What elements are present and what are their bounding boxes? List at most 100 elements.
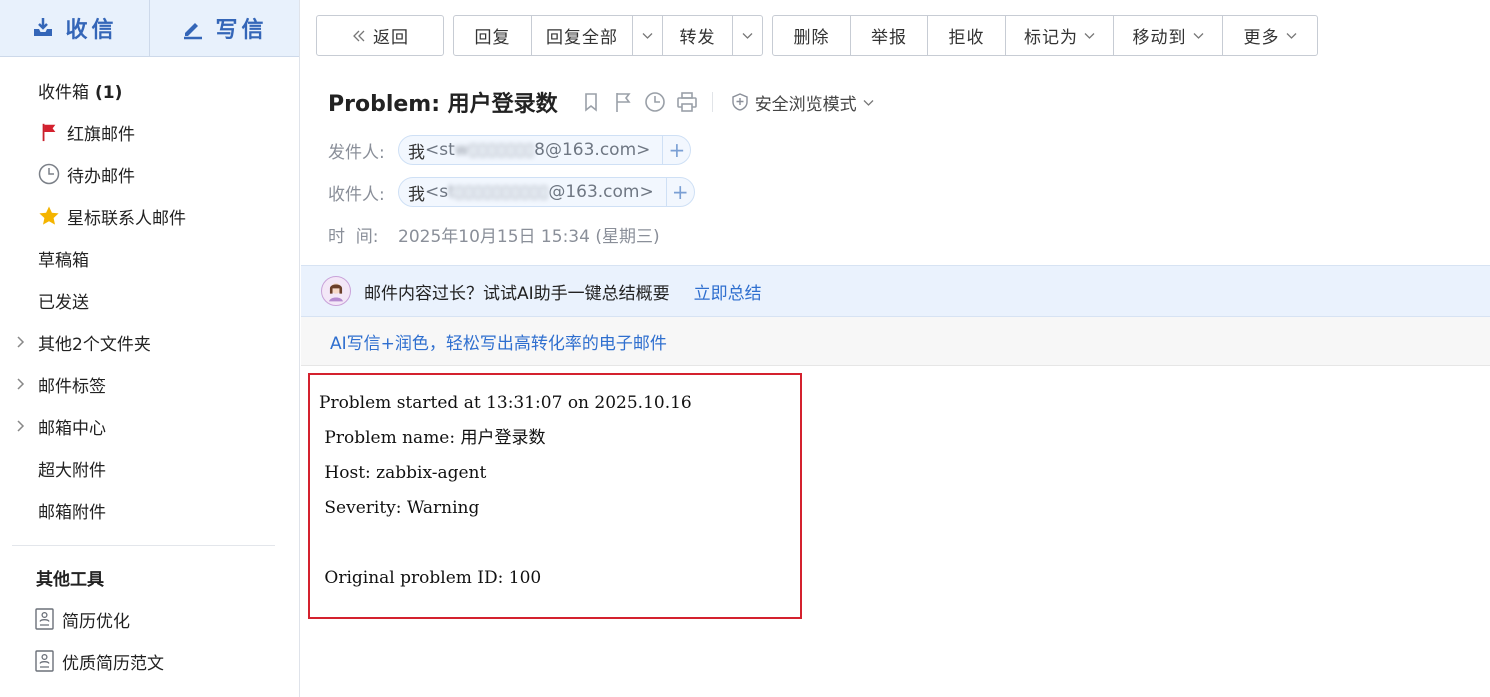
back-label: 返回	[373, 28, 409, 48]
more-dropdown[interactable]: 更多	[1222, 16, 1317, 55]
recipient-email-masked: t▯▯▯▯▯▯▯▯▯▯	[448, 182, 549, 202]
back-group: 返回	[316, 15, 444, 56]
sidebar-item-label: 红旗邮件	[67, 124, 135, 145]
chevron-down-icon	[1084, 33, 1095, 39]
mail-subject: Problem: 用户登录数	[328, 92, 558, 117]
sidebar-item-mail-tags[interactable]: 邮件标签	[0, 363, 299, 405]
ai-assistant-avatar	[321, 276, 351, 306]
sidebar-item-label: 邮箱中心	[38, 418, 106, 439]
safe-browsing-dropdown[interactable]: 安全浏览模式	[711, 92, 874, 115]
time-row: 时 间: 2025年10月15日 15:34 (星期三)	[328, 219, 660, 249]
ai-write-bar: AI写信+润色，轻松写出高转化率的电子邮件	[301, 317, 1490, 366]
sidebar-divider	[12, 545, 275, 546]
recipient-email-suffix: @163.com>	[548, 182, 654, 202]
sender-email-suffix: 8@163.com>	[534, 140, 651, 160]
report-button[interactable]: 举报	[850, 16, 927, 55]
recipient-label: 收件人:	[328, 184, 385, 205]
chevron-right-icon[interactable]	[14, 419, 28, 433]
inbox-download-icon	[34, 18, 53, 36]
bookmark-icon[interactable]	[580, 91, 602, 113]
ai-summary-banner: 邮件内容过长？试试AI助手一键总结概要 立即总结	[301, 265, 1490, 317]
forward-label: 转发	[679, 28, 716, 48]
sender-chip[interactable]: 我 <st w▯▯▯▯▯▯▯ 8@163.com> +	[398, 135, 692, 165]
chevron-down-icon	[863, 99, 874, 106]
safe-mode-label: 安全浏览模式	[754, 94, 857, 115]
tool-resume-samples[interactable]: 优质简历范文	[0, 640, 299, 682]
body-line: Severity: Warning	[319, 498, 480, 518]
sent-time: 2025年10月15日 15:34 (星期三)	[398, 226, 660, 247]
body-line: Problem name: 用户登录数	[319, 428, 546, 448]
subject-row: Problem: 用户登录数 安全浏览模式	[328, 86, 874, 118]
sidebar-item-mailbox-center[interactable]: 邮箱中心	[0, 405, 299, 447]
move-to-dropdown[interactable]: 移动到	[1113, 16, 1222, 55]
body-line: Original problem ID: 100	[319, 568, 542, 588]
clock-icon[interactable]	[644, 91, 666, 113]
chevron-right-icon[interactable]	[14, 377, 28, 391]
delete-button[interactable]: 删除	[773, 16, 850, 55]
pen-icon	[184, 23, 203, 40]
receive-button[interactable]: 收信	[0, 0, 149, 56]
add-contact-button[interactable]: +	[662, 136, 690, 164]
sidebar-item-mailbox-attachments[interactable]: 邮箱附件	[0, 489, 299, 531]
add-contact-button[interactable]: +	[665, 178, 694, 206]
sidebar-item-label: 邮箱附件	[38, 502, 106, 523]
recipient-email-prefix: <s	[425, 182, 449, 202]
recipient-chip[interactable]: 我 <s t▯▯▯▯▯▯▯▯▯▯ @163.com> +	[398, 177, 695, 207]
chevron-down-icon	[642, 33, 653, 39]
sender-name: 我	[408, 142, 425, 163]
sidebar-item-starred-contacts[interactable]: 星标联系人邮件	[0, 195, 299, 237]
print-icon[interactable]	[676, 91, 698, 113]
recipient-name: 我	[408, 184, 425, 205]
reading-pane: 返回 回复 回复全部 转发 删除 举报 拒收 标记为 移动到 更多 Proble…	[301, 0, 1490, 697]
sender-email-prefix: <st	[425, 140, 455, 160]
sidebar-item-large-attachments[interactable]: 超大附件	[0, 447, 299, 489]
action-group: 删除 举报 拒收 标记为 移动到 更多	[772, 15, 1318, 56]
body-line: Host: zabbix-agent	[319, 463, 487, 483]
ai-banner-text: 邮件内容过长？试试AI助手一键总结概要	[364, 283, 670, 304]
reject-button[interactable]: 拒收	[927, 16, 1005, 55]
sidebar-item-todo[interactable]: 待办邮件	[0, 153, 299, 195]
body-line	[319, 529, 791, 564]
chevron-right-icon[interactable]	[14, 335, 28, 349]
mark-as-label: 标记为	[1024, 28, 1078, 48]
ai-write-link[interactable]: AI写信+润色，轻松写出高转化率的电子邮件	[330, 329, 667, 354]
double-chevron-left-icon	[353, 30, 365, 41]
summarize-now-link[interactable]: 立即总结	[694, 279, 762, 304]
recipient-row: 收件人: 我 <s t▯▯▯▯▯▯▯▯▯▯ @163.com> +	[328, 177, 695, 207]
flag-icon[interactable]	[612, 91, 634, 113]
delete-label: 删除	[793, 28, 830, 48]
body-line: Problem started at 13:31:07 on 2025.10.1…	[319, 393, 692, 413]
folder-nav: 收件箱 (1) 红旗邮件 待办邮件 星标联系人邮件 草稿箱 已发送 其他2个文件…	[0, 57, 299, 531]
sidebar-item-flagged[interactable]: 红旗邮件	[0, 111, 299, 153]
reply-group: 回复 回复全部 转发	[453, 15, 763, 56]
report-label: 举报	[871, 28, 907, 48]
sidebar-item-label: 其他2个文件夹	[38, 334, 151, 355]
forward-dropdown-button[interactable]	[732, 16, 762, 55]
star-icon	[38, 205, 60, 227]
compose-label: 写信	[215, 18, 268, 43]
sidebar-item-sent[interactable]: 已发送	[0, 279, 299, 321]
reply-button[interactable]: 回复	[454, 16, 531, 55]
mail-app: 收信 写信 收件箱 (1) 红旗邮件 待办邮件 星标联系人邮件 草稿箱 已发送 …	[0, 0, 1490, 697]
reply-all-button[interactable]: 回复全部	[531, 16, 632, 55]
tools-title: 其他工具	[36, 569, 104, 590]
tool-resume-optimize[interactable]: 简历优化	[0, 598, 299, 640]
mail-body: Problem started at 13:31:07 on 2025.10.1…	[308, 373, 802, 619]
reply-dropdown-button[interactable]	[632, 16, 662, 55]
chevron-down-icon	[1286, 33, 1296, 39]
sender-row: 发件人: 我 <st w▯▯▯▯▯▯▯ 8@163.com> +	[328, 135, 692, 165]
mark-as-dropdown[interactable]: 标记为	[1005, 16, 1113, 55]
sidebar: 收信 写信 收件箱 (1) 红旗邮件 待办邮件 星标联系人邮件 草稿箱 已发送 …	[0, 0, 300, 697]
chevron-down-icon	[742, 33, 753, 39]
tool-label: 优质简历范文	[62, 653, 164, 674]
sidebar-item-label: 草稿箱	[38, 250, 89, 271]
forward-button[interactable]: 转发	[662, 16, 732, 55]
sidebar-item-drafts[interactable]: 草稿箱	[0, 237, 299, 279]
sidebar-item-other-folders[interactable]: 其他2个文件夹	[0, 321, 299, 363]
resume-doc-icon	[35, 608, 54, 630]
sender-email-masked: w▯▯▯▯▯▯▯	[454, 140, 535, 160]
back-button[interactable]: 返回	[317, 16, 443, 55]
sidebar-item-inbox[interactable]: 收件箱 (1)	[0, 69, 299, 111]
sidebar-item-label: 邮件标签	[38, 376, 106, 397]
compose-button[interactable]: 写信	[149, 0, 299, 56]
